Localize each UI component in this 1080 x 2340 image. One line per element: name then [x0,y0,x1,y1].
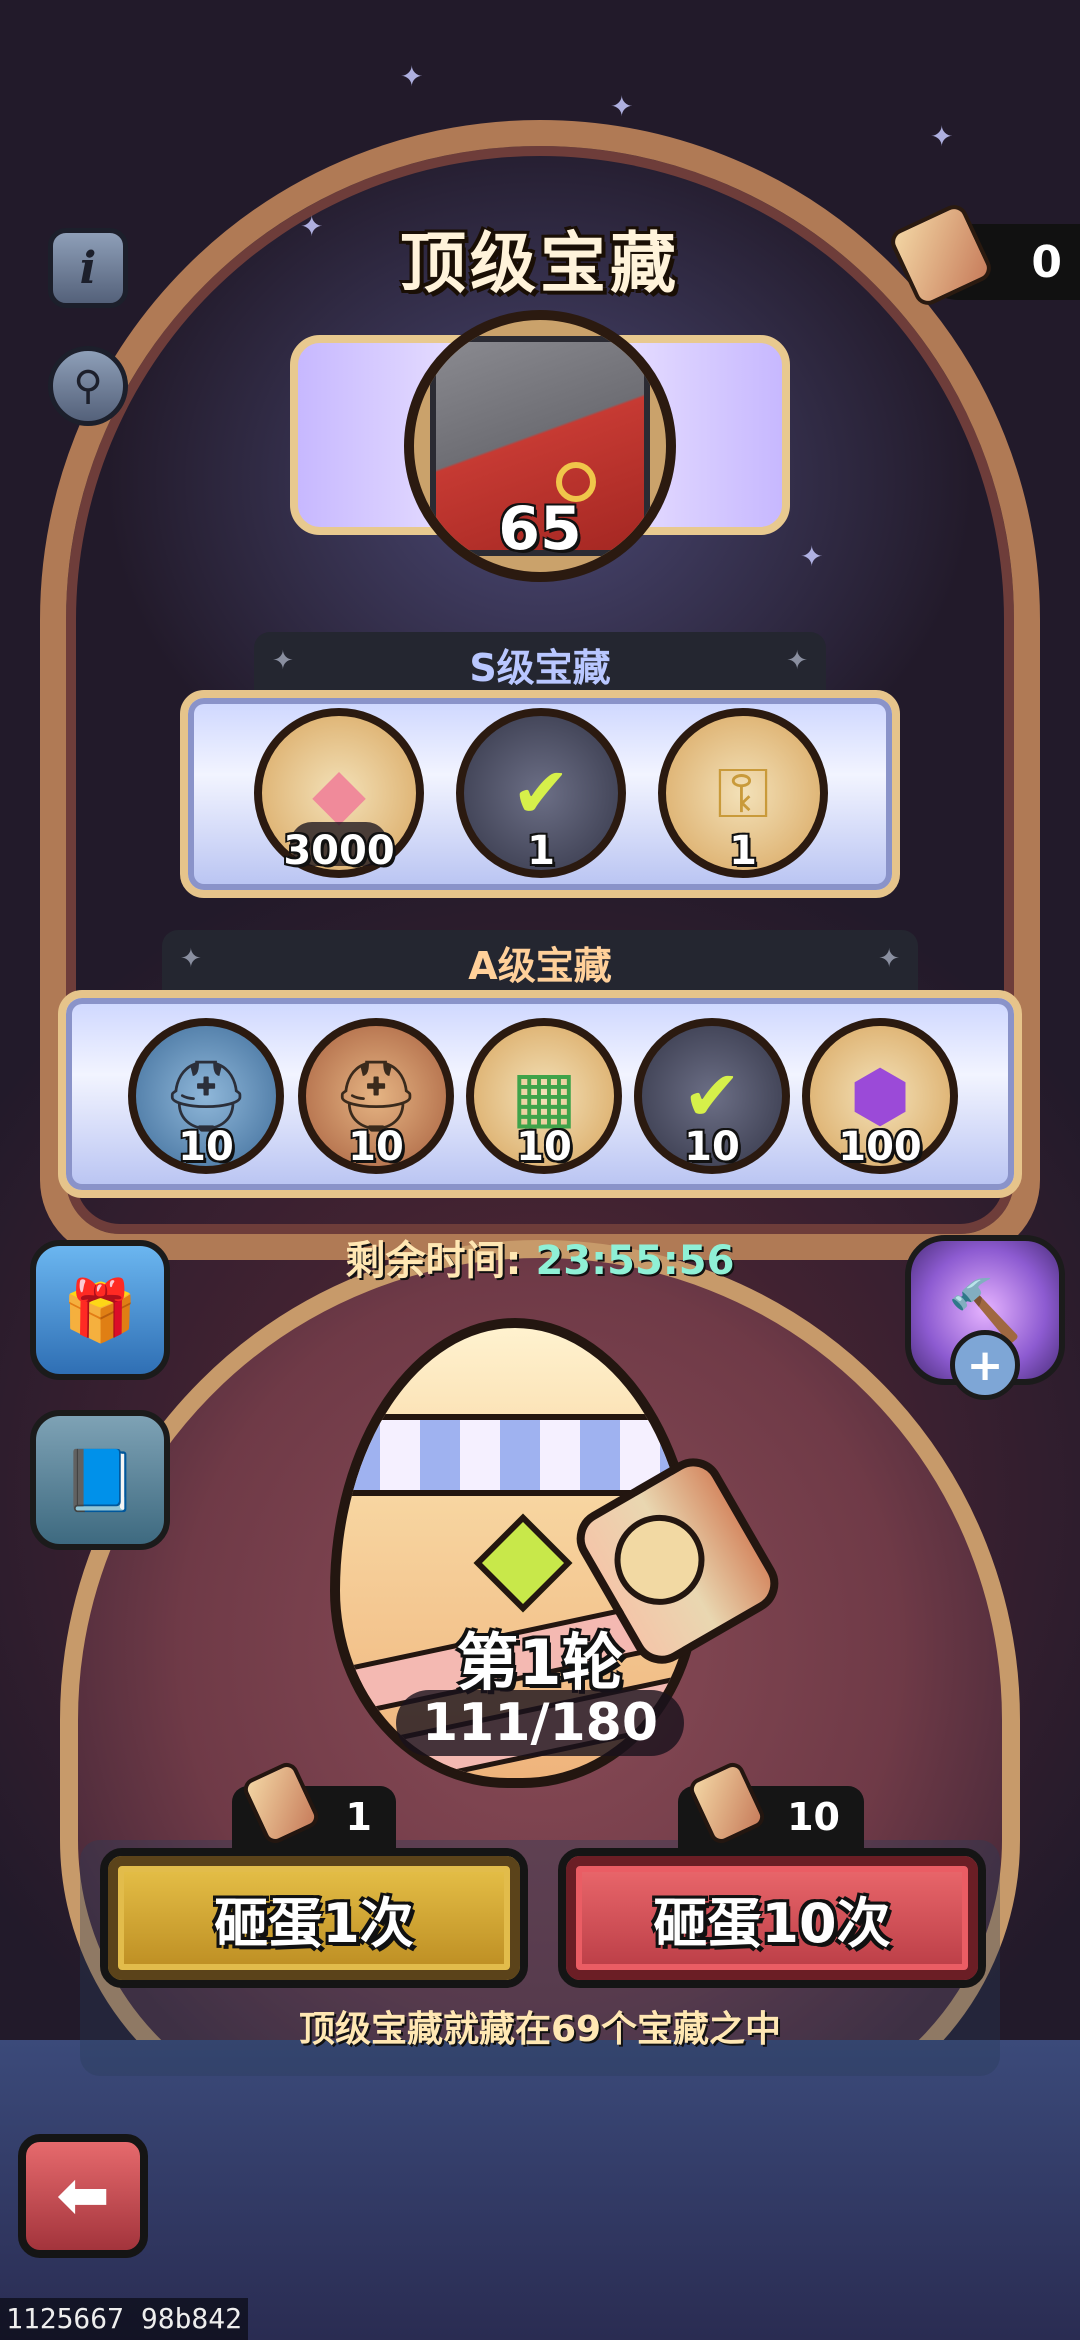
reward-helmet-book[interactable]: ⛑ 10 [128,1018,284,1174]
record-book-button[interactable]: 📘 [30,1410,170,1550]
gift-box-icon: 🎁 [62,1275,138,1346]
smash-ten-cost-value: 10 [787,1795,840,1839]
checkmark-token-icon: ✔ [511,752,571,834]
round-label: 第1轮 [456,1626,624,1699]
magnifier-icon: ⚲ [73,363,103,409]
page-title: 顶级宝藏 [400,225,680,302]
reward-amount: 10 [178,1124,234,1170]
smash-once-button[interactable]: 砸蛋1次 [100,1848,528,1988]
reward-helmet-book-bronze[interactable]: ⛑ 10 [298,1018,454,1174]
reward-amount: 1 [527,828,555,874]
sparkle-icon: ✦ [930,120,954,153]
reward-purple-orb[interactable]: ⬢ 100 [802,1018,958,1174]
build-id: 1125667 98b842 [0,2298,249,2340]
timer-value: 23:55:56 [535,1238,735,1284]
egg-progress: 111/180 [396,1690,684,1756]
color-book-icon: ▦ [510,1055,578,1137]
smash-once-cost-value: 1 [345,1795,372,1839]
reward-amount: 10 [684,1124,740,1170]
reward-amount: 10 [516,1124,572,1170]
checkmark-token-icon: ✔ [682,1055,742,1137]
hint-text: 顶级宝藏就藏在69个宝藏之中 [298,2009,782,2050]
star-icon: ✦ [878,944,900,974]
egg-gem [473,1513,573,1613]
star-icon: ✦ [180,944,202,974]
sparkle-icon: ✦ [800,540,824,573]
reward-amount: 10 [348,1124,404,1170]
tier-s-label: S级宝藏 [469,645,611,690]
smash-ten-button[interactable]: 砸蛋10次 [558,1848,986,1988]
gem-icon: ◆ [312,752,366,834]
reward-check-token[interactable]: ✔ 1 [456,708,626,878]
sparkle-icon: ✦ [400,60,424,93]
ssr-key-icon: ⚿ [716,752,770,834]
egg-band [340,1414,690,1496]
sparkle-icon: ✦ [610,90,634,123]
tier-a-label: A级宝藏 [468,943,612,988]
helmet-book-bronze-icon: ⛑ [331,1055,421,1137]
timer-label: 剩余时间: [345,1238,522,1284]
back-button[interactable]: ⬅ [18,2134,148,2258]
search-button[interactable]: ⚲ [48,346,128,426]
top-prize[interactable]: 65 [404,310,676,582]
reward-color-book[interactable]: ▦ 10 [466,1018,622,1174]
reward-amount: 100 [838,1124,922,1170]
tier-a-header: ✦ A级宝藏 ✦ [162,930,918,994]
reward-ssr-key[interactable]: ⚿ 1 [658,708,828,878]
tier-s-header: ✦ S级宝藏 ✦ [254,632,826,696]
star-icon: ✦ [272,646,294,676]
reward-check-token-a[interactable]: ✔ 10 [634,1018,790,1174]
top-prize-amount: 65 [498,494,582,564]
plus-icon[interactable]: + [950,1330,1020,1400]
helmet-book-icon: ⛑ [161,1055,251,1137]
purple-orb-icon: ⬢ [849,1055,911,1137]
reward-gem[interactable]: ◆ 3000 [254,708,424,878]
gift-box-button[interactable]: 🎁 [30,1240,170,1380]
reward-amount: 3000 [283,828,395,874]
back-arrow-icon: ⬅ [56,2159,110,2233]
smash-once-cost: 1 [232,1759,396,1848]
star-icon: ✦ [786,646,808,676]
floor-band [0,2040,1080,2340]
smash-ten-cost: 10 [678,1759,864,1848]
book-icon: 📘 [62,1445,138,1516]
reward-amount: 1 [729,828,757,874]
